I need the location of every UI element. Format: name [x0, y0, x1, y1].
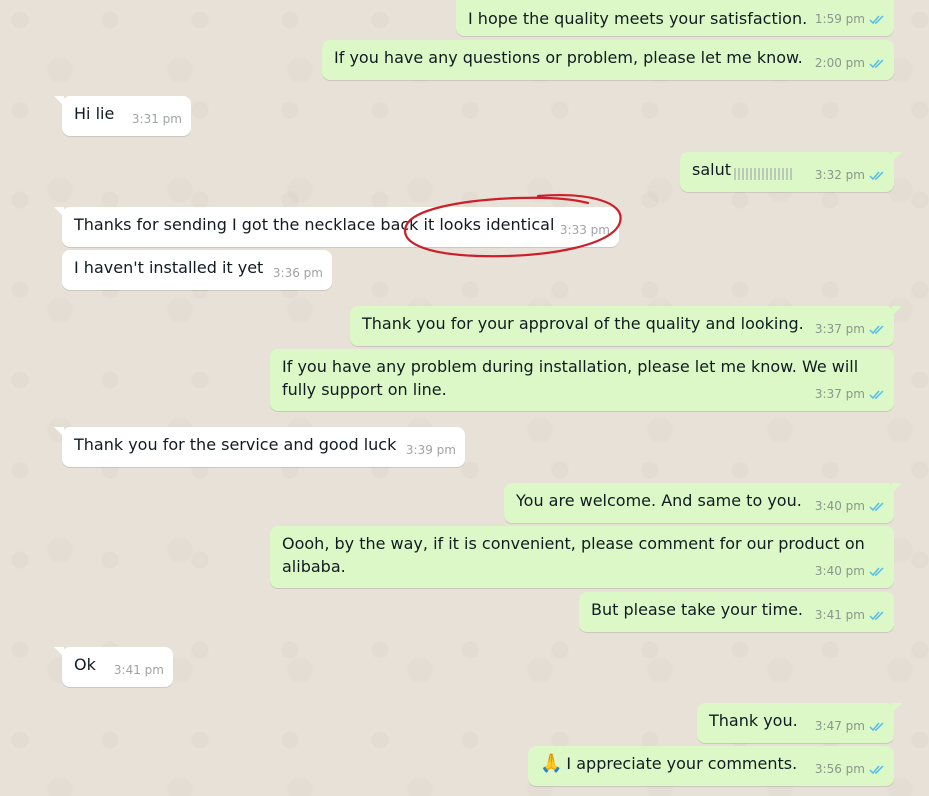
message-meta: 3:32 pm — [815, 164, 885, 187]
message-time: 3:37 pm — [814, 322, 865, 336]
message-time: 3:39 pm — [405, 443, 456, 457]
double-check-icon — [869, 14, 885, 25]
message-meta: 3:39 pm — [406, 439, 456, 462]
message-time: 3:41 pm — [113, 663, 164, 677]
message-time: 3:37 pm — [814, 387, 865, 401]
message-outgoing[interactable]: Oooh, by the way, if it is convenient, p… — [270, 526, 894, 588]
double-check-icon — [869, 170, 885, 181]
message-meta: 3:41 pm — [114, 659, 164, 682]
message-text: If you have any questions or problem, pl… — [334, 48, 803, 67]
message-incoming[interactable]: Thank you for the service and good luck … — [54, 427, 465, 467]
message-text: salut — [692, 160, 731, 179]
message-text: Oooh, by the way, if it is convenient, p… — [282, 534, 865, 576]
message-outgoing[interactable]: You are welcome. And same to you. 3:40 p… — [504, 483, 902, 523]
message-meta: 1:59 pm — [815, 8, 885, 31]
message-outgoing[interactable]: 🙏 I appreciate your comments. 3:56 pm — [528, 746, 894, 786]
message-outgoing[interactable]: Thank you for your approval of the quali… — [350, 306, 902, 346]
message-incoming[interactable]: Ok 3:41 pm — [54, 647, 173, 687]
message-meta: 3:41 pm — [815, 604, 885, 627]
message-meta: 3:56 pm — [815, 758, 885, 781]
message-meta: 3:37 pm — [815, 318, 885, 341]
message-outgoing[interactable]: Thank you. 3:47 pm — [697, 703, 902, 743]
double-check-icon — [869, 324, 885, 335]
message-text: Hi lie — [74, 104, 115, 123]
message-outgoing[interactable]: If you have any questions or problem, pl… — [322, 40, 894, 80]
message-meta: 3:36 pm — [273, 262, 323, 285]
double-check-icon — [869, 764, 885, 775]
double-check-icon — [869, 58, 885, 69]
message-text: I appreciate your comments. — [566, 754, 798, 773]
double-check-icon — [869, 721, 885, 732]
conversation-panel: I hope the quality meets your satisfacti… — [0, 0, 929, 796]
message-outgoing[interactable]: But please take your time. 3:41 pm — [579, 592, 894, 632]
message-time: 3:32 pm — [814, 168, 865, 182]
message-time: 3:56 pm — [814, 762, 865, 776]
redacted-scribble — [734, 168, 794, 180]
message-time: 3:40 pm — [814, 564, 865, 578]
message-incoming[interactable]: Hi lie 3:31 pm — [54, 96, 191, 136]
message-text: You are welcome. And same to you. — [516, 491, 802, 510]
message-time: 1:59 pm — [814, 12, 865, 26]
message-text: I hope the quality meets your satisfacti… — [468, 9, 808, 28]
message-meta: 3:40 pm — [815, 495, 885, 518]
double-check-icon — [869, 610, 885, 621]
message-time: 3:33 pm — [559, 223, 610, 237]
message-time: 3:40 pm — [814, 499, 865, 513]
message-time: 3:41 pm — [814, 608, 865, 622]
message-outgoing[interactable]: salut 3:32 pm — [680, 152, 902, 192]
message-text: I haven't installed it yet — [74, 258, 264, 277]
message-time: 3:36 pm — [272, 266, 323, 280]
message-meta: 2:00 pm — [815, 52, 885, 75]
message-time: 3:47 pm — [814, 719, 865, 733]
message-time: 2:00 pm — [814, 56, 865, 70]
message-outgoing[interactable]: I hope the quality meets your satisfacti… — [456, 0, 894, 36]
message-text-wrapper: 🙏 I appreciate your comments. — [540, 752, 797, 775]
message-outgoing[interactable]: If you have any problem during installat… — [270, 349, 894, 411]
message-incoming[interactable]: Thanks for sending I got the necklace ba… — [54, 207, 619, 247]
message-text: Thank you for your approval of the quali… — [362, 314, 804, 333]
message-meta: 3:33 pm — [560, 219, 610, 242]
message-text: Ok — [74, 655, 96, 674]
message-text: If you have any problem during installat… — [282, 357, 859, 399]
message-text: Thank you for the service and good luck — [74, 435, 397, 454]
message-text: Thanks for sending I got the necklace ba… — [74, 215, 555, 234]
double-check-icon — [869, 389, 885, 400]
message-meta: 3:40 pm — [815, 560, 885, 583]
message-meta: 3:47 pm — [815, 715, 885, 738]
message-time: 3:31 pm — [131, 112, 182, 126]
message-text: But please take your time. — [591, 600, 803, 619]
message-incoming[interactable]: I haven't installed it yet 3:36 pm — [62, 250, 332, 290]
message-meta: 3:37 pm — [815, 383, 885, 406]
message-text: Thank you. — [709, 711, 798, 730]
folded-hands-emoji: 🙏 — [540, 753, 563, 774]
message-meta: 3:31 pm — [132, 108, 182, 131]
double-check-icon — [869, 566, 885, 577]
double-check-icon — [869, 501, 885, 512]
